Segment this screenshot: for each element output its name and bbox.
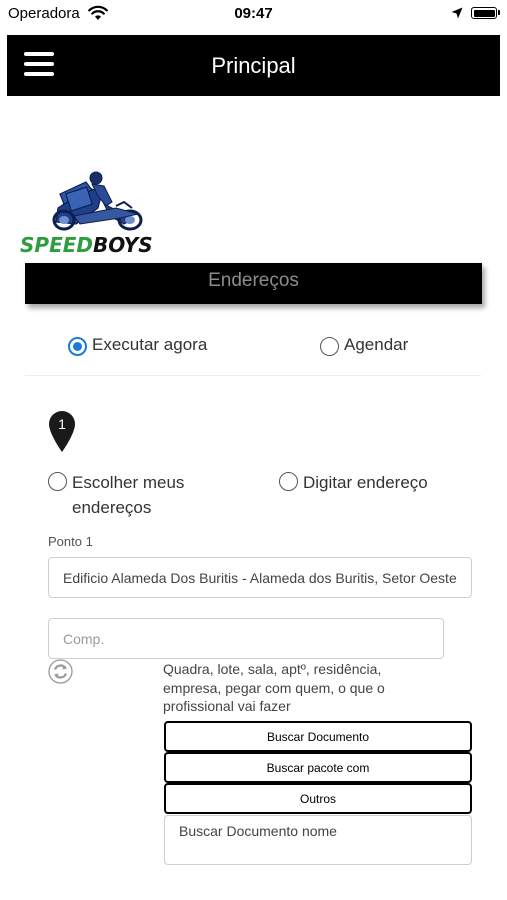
- option-button-buscar-pacote[interactable]: Buscar pacote com: [164, 752, 472, 783]
- schedule-radio[interactable]: [320, 337, 339, 356]
- page-title: Principal: [211, 53, 296, 78]
- details-textarea[interactable]: Buscar Documento nome: [164, 815, 472, 865]
- complement-hint: Quadra, lote, sala, aptº, residência, em…: [163, 661, 385, 714]
- choose-saved-addresses-label[interactable]: Escolher meus endereços: [72, 470, 184, 520]
- location-arrow-icon: [451, 7, 463, 19]
- battery-icon: [471, 7, 497, 19]
- option-button-buscar-documento[interactable]: Buscar Documento: [164, 721, 472, 752]
- section-title: Endereços: [208, 270, 299, 291]
- logo-text-speed: SPEED: [20, 233, 93, 257]
- battery-cap: [498, 10, 500, 15]
- type-address-radio[interactable]: [279, 472, 298, 491]
- point-number: 1: [58, 416, 66, 432]
- choose-saved-addresses-radio[interactable]: [48, 472, 67, 491]
- choose-saved-addresses-line1: Escolher meus: [72, 473, 185, 492]
- execute-now-radio[interactable]: [68, 337, 87, 356]
- schedule-label[interactable]: Agendar: [344, 335, 408, 355]
- type-address-label[interactable]: Digitar endereço: [303, 470, 428, 495]
- point-field-label: Ponto 1: [48, 534, 93, 549]
- execute-now-label[interactable]: Executar agora: [92, 335, 207, 355]
- logo-text-boys: BOYS: [93, 233, 153, 257]
- address-input[interactable]: Edificio Alameda Dos Buritis - Alameda d…: [48, 557, 472, 598]
- refresh-icon[interactable]: [48, 659, 73, 684]
- status-time: 09:47: [234, 5, 273, 22]
- divider: [25, 375, 481, 376]
- complement-input[interactable]: Comp.: [48, 618, 444, 659]
- option-button-outros[interactable]: Outros: [164, 783, 472, 814]
- choose-saved-addresses-line2: endereços: [72, 498, 152, 517]
- speedboys-logo-text: SPEEDBOYS: [20, 233, 153, 257]
